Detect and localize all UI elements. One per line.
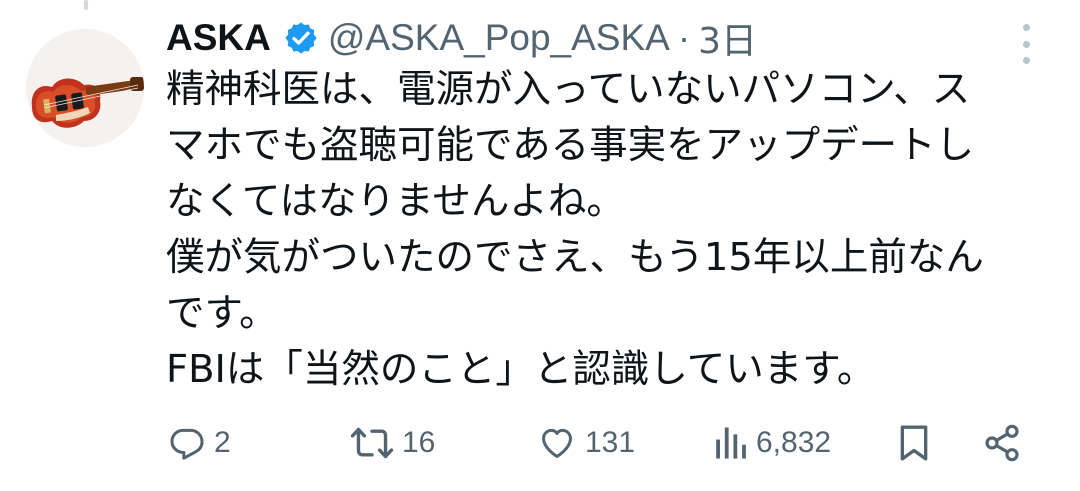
more-dot bbox=[1022, 40, 1030, 48]
separator-dot: · bbox=[677, 17, 691, 58]
tweet-text-line: FBIは「当然のこと」と認識しています。 bbox=[166, 347, 876, 392]
tweet-text-line: 精神科医は、電源が入っていないパソコン、ス bbox=[166, 67, 971, 112]
reply-icon bbox=[170, 428, 204, 460]
views-button[interactable]: 6,832 bbox=[712, 415, 831, 471]
repost-button[interactable]: 16 bbox=[350, 415, 435, 471]
share-icon bbox=[985, 424, 1019, 462]
bookmark-icon bbox=[900, 425, 928, 461]
tweet-text-line: です。 bbox=[166, 291, 278, 336]
views-icon bbox=[716, 427, 746, 459]
tweet-header: ASKA @ASKA_Pop_ASKA · 3日 bbox=[166, 14, 757, 62]
more-dot bbox=[1022, 24, 1030, 31]
timestamp[interactable]: 3日 bbox=[698, 12, 757, 64]
repost-count: 16 bbox=[402, 426, 436, 459]
tweet-text: 精神科医は、電源が入っていないパソコン、ス マホでも盗聴可能である事実をアップデ… bbox=[166, 62, 1066, 398]
reply-count: 2 bbox=[214, 426, 231, 459]
views-count: 6,832 bbox=[756, 426, 832, 459]
like-count: 131 bbox=[585, 426, 636, 459]
tweet-text-line: なくてはなりませんよね。 bbox=[166, 179, 625, 224]
action-bar: 2 16 131 6,832 bbox=[0, 415, 1080, 471]
thread-connector-line bbox=[84, 0, 88, 10]
heart-icon bbox=[542, 428, 572, 458]
author-name[interactable]: ASKA bbox=[166, 17, 271, 59]
like-button[interactable]: 131 bbox=[537, 415, 635, 471]
verified-badge-icon bbox=[283, 20, 319, 56]
tweet-text-line: 僕が気がついたのでさえ、もう15年以上前なん bbox=[166, 235, 984, 280]
bookmark-button[interactable] bbox=[897, 415, 931, 471]
author-handle[interactable]: @ASKA_Pop_ASKA bbox=[328, 17, 670, 59]
reply-button[interactable]: 2 bbox=[168, 415, 231, 471]
tweet-text-line: マホでも盗聴可能である事実をアップデートし bbox=[166, 123, 975, 168]
repost-icon bbox=[350, 427, 394, 459]
avatar-image bbox=[26, 29, 144, 147]
avatar[interactable] bbox=[26, 29, 144, 147]
share-button[interactable] bbox=[982, 415, 1022, 471]
more-options-icon[interactable] bbox=[1012, 24, 1040, 64]
